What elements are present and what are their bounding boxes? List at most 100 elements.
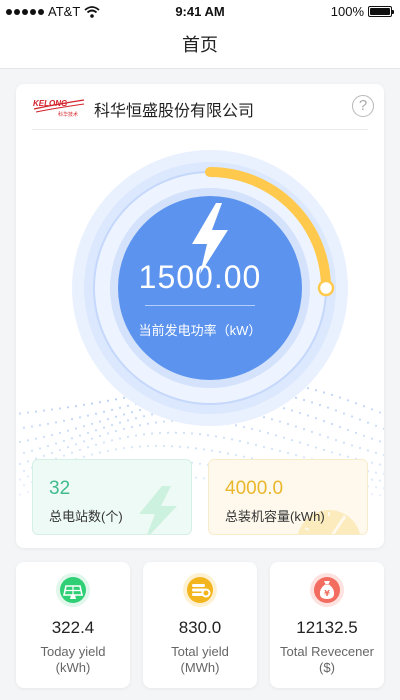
particle-dot bbox=[130, 446, 134, 449]
particle-dot bbox=[118, 437, 122, 440]
total-revenue-label-line1: Total Revecener bbox=[280, 644, 374, 659]
total-stations-box[interactable]: 32 总电站数(个) bbox=[32, 459, 192, 535]
solar-panel-icon bbox=[56, 573, 90, 607]
particle-dot bbox=[366, 421, 370, 424]
particle-dot bbox=[142, 433, 146, 436]
particle-dot bbox=[22, 484, 26, 487]
particle-dot bbox=[38, 424, 42, 427]
particle-dot bbox=[358, 446, 362, 450]
particle-dot bbox=[382, 453, 384, 457]
particle-dot bbox=[190, 432, 194, 435]
particle-dot bbox=[378, 494, 382, 497]
particle-dot bbox=[374, 486, 378, 489]
particle-dot bbox=[42, 435, 46, 438]
nav-bar: 首页 bbox=[0, 22, 400, 69]
particle-dot bbox=[86, 431, 90, 435]
particle-dot bbox=[382, 472, 384, 475]
particle-dot bbox=[58, 407, 62, 410]
particle-dot bbox=[26, 475, 30, 478]
today-yield-card[interactable]: 322.4 Today yield (kWh) bbox=[16, 562, 130, 688]
particle-dot bbox=[342, 441, 346, 444]
total-stations-label: 总电站数(个) bbox=[49, 509, 123, 524]
particle-dot bbox=[30, 425, 34, 428]
particle-dot bbox=[378, 440, 382, 443]
particle-dot bbox=[98, 451, 102, 454]
particle-dot bbox=[278, 449, 282, 453]
particle-dot bbox=[206, 434, 210, 437]
particle-dot bbox=[194, 476, 198, 479]
particle-dot bbox=[362, 405, 366, 408]
particle-dot bbox=[66, 406, 70, 409]
particle-dot bbox=[246, 441, 250, 444]
particle-dot bbox=[86, 446, 90, 449]
particle-dot bbox=[18, 478, 22, 481]
particle-dot bbox=[102, 441, 106, 444]
particle-dot bbox=[26, 411, 30, 414]
particle-dot bbox=[90, 453, 94, 456]
particle-dot bbox=[74, 443, 78, 446]
total-revenue-card[interactable]: ¥ 12132.5 Total Revecener ($) bbox=[270, 562, 384, 688]
particle-dot bbox=[338, 453, 342, 456]
particle-dot bbox=[350, 415, 354, 418]
particle-dot bbox=[54, 442, 58, 445]
particle-dot bbox=[126, 435, 130, 438]
particle-dot bbox=[58, 431, 62, 434]
current-power-label: 当前发电功率（kW） bbox=[138, 323, 262, 338]
particle-dot bbox=[270, 447, 274, 451]
particle-dot bbox=[326, 436, 330, 439]
particle-dot bbox=[370, 408, 374, 411]
particle-dot bbox=[98, 434, 102, 438]
particle-dot bbox=[218, 450, 222, 454]
particle-dot bbox=[370, 461, 374, 464]
particle-dot bbox=[162, 444, 166, 448]
particle-dot bbox=[106, 449, 110, 452]
total-capacity-label: 总装机容量(kWh) bbox=[225, 509, 325, 524]
total-capacity-box[interactable]: 4000.0 总装机容量(kWh) bbox=[208, 459, 368, 535]
particle-dot bbox=[42, 454, 46, 457]
particle-dot bbox=[330, 451, 334, 454]
particle-dot bbox=[110, 439, 114, 442]
particle-dot bbox=[78, 434, 82, 437]
svg-text:¥: ¥ bbox=[324, 589, 330, 598]
particle-dot bbox=[222, 436, 226, 439]
particle-dot bbox=[66, 446, 70, 449]
particle-dot bbox=[286, 452, 290, 455]
help-icon[interactable]: ? bbox=[352, 95, 374, 117]
particle-dot bbox=[346, 428, 350, 432]
particle-dot bbox=[34, 410, 38, 413]
particle-dot bbox=[18, 440, 22, 444]
particle-dot bbox=[266, 431, 270, 435]
particle-dot bbox=[122, 427, 126, 431]
particle-dot bbox=[378, 479, 382, 482]
particle-dot bbox=[122, 447, 126, 450]
particle-dot bbox=[54, 421, 58, 424]
today-yield-label-line1: Today yield bbox=[40, 644, 106, 659]
particle-dot bbox=[22, 451, 26, 455]
battery-icon bbox=[368, 6, 394, 17]
particle-dot bbox=[370, 478, 374, 481]
particle-dot bbox=[282, 436, 286, 439]
total-yield-card[interactable]: 830.0 Total yield (MWh) bbox=[143, 562, 257, 688]
particle-dot bbox=[378, 463, 382, 466]
particle-dot bbox=[374, 424, 378, 427]
particle-dot bbox=[114, 448, 118, 451]
total-yield-label: Total yield (MWh) bbox=[143, 644, 257, 676]
today-yield-value: 322.4 bbox=[51, 618, 95, 637]
particle-dot bbox=[38, 447, 42, 450]
particle-dot bbox=[146, 444, 150, 448]
particle-dot bbox=[90, 437, 94, 440]
particle-dot bbox=[210, 449, 214, 452]
particle-dot bbox=[314, 446, 318, 449]
particle-dot bbox=[358, 418, 362, 421]
particle-dot bbox=[370, 492, 374, 496]
particle-dot bbox=[82, 440, 86, 443]
current-power-value: 1500.00 bbox=[138, 259, 262, 295]
particle-dot bbox=[22, 426, 26, 429]
particle-dot bbox=[230, 438, 234, 441]
particle-dot bbox=[202, 477, 206, 480]
particle-dot bbox=[366, 449, 370, 452]
company-logo: KELONG 科华技术 bbox=[33, 99, 85, 118]
particle-dot bbox=[362, 434, 366, 437]
particle-dot bbox=[382, 427, 384, 430]
particle-dot bbox=[22, 469, 26, 472]
